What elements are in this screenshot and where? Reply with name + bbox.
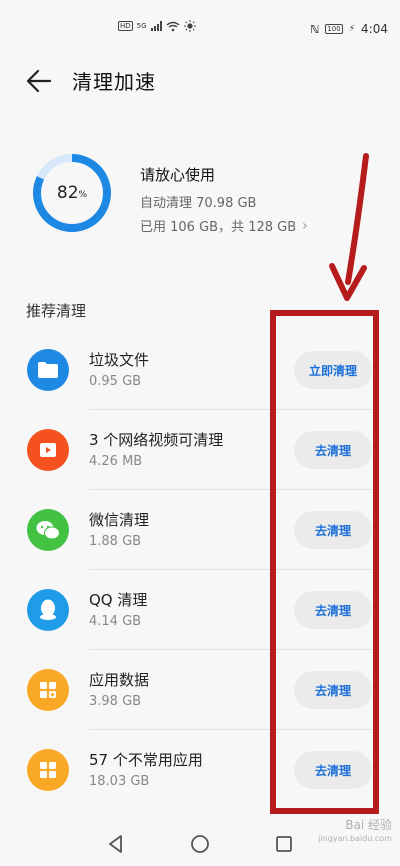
storage-usage-text: 已用 106 GB，共 128 GB: [140, 220, 297, 235]
section-title: 推荐清理: [26, 302, 87, 320]
header: 清理加速: [0, 60, 400, 100]
battery-level: 100: [327, 25, 341, 33]
back-arrow-icon[interactable]: [24, 66, 54, 96]
folder-icon: [27, 349, 69, 391]
list-item[interactable]: 3 个网络视频可清理 4.26 MB 去清理: [0, 410, 400, 490]
status-time: 4:04: [361, 22, 388, 36]
item-size: 18.03 GB: [89, 774, 150, 789]
qq-penguin-icon: [27, 589, 69, 631]
item-name: 应用数据: [89, 671, 150, 689]
status-bar: HD 5G ℕ 100 ⚡ 4:04: [0, 0, 400, 36]
item-size: 0.95 GB: [89, 374, 142, 389]
item-name: 57 个不常用应用: [89, 751, 203, 769]
list-item[interactable]: 微信清理 1.88 GB 去清理: [0, 490, 400, 570]
item-size: 4.26 MB: [89, 454, 143, 469]
item-size: 1.88 GB: [89, 534, 142, 549]
storage-ring: 82%: [31, 152, 113, 234]
storage-percent: 82%: [31, 152, 113, 234]
watermark-sub: jingyan.baidu.com: [318, 834, 392, 843]
app-data-icon: [27, 669, 69, 711]
nav-back-icon[interactable]: [104, 832, 128, 856]
nfc-icon: ℕ: [310, 22, 320, 36]
nav-recents-icon[interactable]: [272, 832, 296, 856]
storage-usage-link[interactable]: 已用 106 GB，共 128 GB ›: [140, 216, 308, 236]
list-item[interactable]: 57 个不常用应用 18.03 GB 去清理: [0, 730, 400, 810]
nav-home-icon[interactable]: [188, 832, 212, 856]
list-item[interactable]: 垃圾文件 0.95 GB 立即清理: [0, 330, 400, 410]
status-icons-left: HD 5G: [118, 20, 196, 32]
list-item[interactable]: QQ 清理 4.14 GB 去清理: [0, 570, 400, 650]
network-gen-label: 5G: [136, 22, 147, 30]
item-name: QQ 清理: [89, 591, 148, 609]
go-clean-button[interactable]: 去清理: [294, 591, 372, 629]
item-name: 垃圾文件: [89, 351, 150, 369]
storage-status-text: 请放心使用: [140, 166, 216, 184]
brightness-icon: [183, 20, 196, 32]
storage-percent-value: 82: [56, 183, 79, 203]
storage-percent-sign: %: [78, 190, 88, 200]
list-item[interactable]: 应用数据 3.98 GB 去清理: [0, 650, 400, 730]
auto-clean-text: 自动清理 70.98 GB: [140, 196, 257, 211]
battery-icon: 100: [325, 24, 343, 34]
go-clean-button[interactable]: 去清理: [294, 511, 372, 549]
hd-badge: HD: [118, 21, 133, 31]
item-size: 4.14 GB: [89, 614, 142, 629]
page-title: 清理加速: [72, 70, 156, 94]
cleanup-list: 垃圾文件 0.95 GB 立即清理 3 个网络视频可清理 4.26 MB 去清理…: [0, 330, 400, 810]
go-clean-button[interactable]: 去清理: [294, 671, 372, 709]
signal-icon: [150, 21, 162, 31]
chevron-right-icon: ›: [302, 217, 308, 234]
item-name: 微信清理: [89, 511, 150, 529]
go-clean-button[interactable]: 去清理: [294, 431, 372, 469]
clean-now-button[interactable]: 立即清理: [294, 351, 372, 389]
status-icons-right: ℕ 100 ⚡ 4:04: [310, 22, 388, 36]
go-clean-button[interactable]: 去清理: [294, 751, 372, 789]
wifi-icon: [166, 21, 179, 31]
storage-summary: 82% 请放心使用 自动清理 70.98 GB 已用 106 GB，共 128 …: [0, 150, 400, 250]
watermark: Bai 经验 jingyan.baidu.com: [318, 818, 392, 846]
apps-grid-icon: [27, 749, 69, 791]
video-play-icon: [27, 429, 69, 471]
item-name: 3 个网络视频可清理: [89, 431, 224, 449]
watermark-main: Bai 经验: [345, 818, 392, 832]
item-size: 3.98 GB: [89, 694, 142, 709]
wechat-icon: [27, 509, 69, 551]
charging-icon: ⚡: [348, 24, 356, 34]
